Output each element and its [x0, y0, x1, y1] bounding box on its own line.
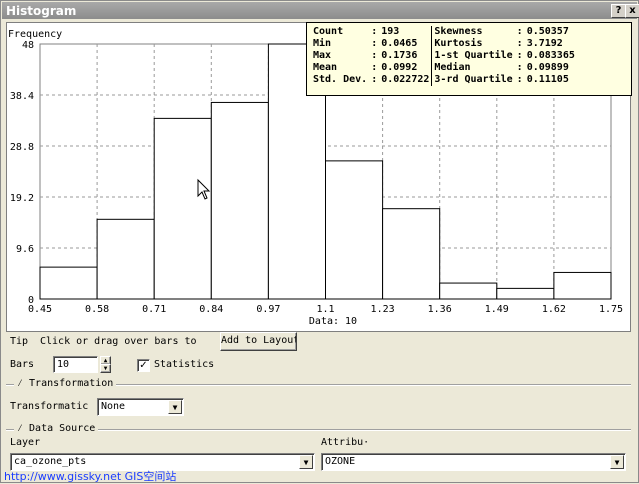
y-tick-label: 28.8 [10, 142, 34, 153]
chevron-down-icon[interactable]: ▼ [299, 455, 313, 469]
stat-row: Min:0.0465 Kurtosis:3.7192 [311, 38, 577, 50]
bars-spinner[interactable]: ▲ ▼ [100, 356, 111, 373]
attribute-select-value: OZONE [325, 456, 356, 467]
x-tick-label: 1.23 [371, 304, 395, 315]
stat-colon: : [516, 26, 523, 37]
layer-label: Layer [10, 437, 41, 448]
stat-colon: : [516, 38, 523, 49]
x-axis-label: Data: 10 [309, 316, 357, 327]
stat-value: 0.09899 [526, 62, 569, 73]
x-tick-label: 1.36 [428, 304, 452, 315]
stat-colon: : [516, 74, 523, 85]
stat-colon: : [371, 74, 378, 85]
stat-value: 193 [381, 26, 400, 37]
statistics-checkbox[interactable]: ✓ [137, 359, 150, 372]
data-source-group-line [6, 429, 631, 431]
stat-row: Max:0.1736 1-st Quartile:0.083365 [311, 50, 577, 62]
stat-row: Count:193 Skewness:0.50357 [311, 26, 577, 38]
stat-colon: : [371, 26, 378, 37]
chevron-down-icon[interactable]: ▼ [610, 455, 624, 469]
stat-label: Mean [313, 62, 338, 73]
y-tick-label: 48 [22, 40, 34, 51]
histogram-bar[interactable] [210, 101, 269, 300]
histogram-bar[interactable] [325, 160, 384, 300]
stat-row: Mean:0.0992 Median:0.09899 [311, 62, 577, 74]
data-source-group-label: Data Source [29, 423, 96, 434]
watermark-text: http://www.gissky.net GIS空间站 [4, 470, 177, 483]
spin-down-icon[interactable]: ▼ [100, 364, 111, 373]
x-tick-label: 1.62 [542, 304, 566, 315]
attribute-select[interactable]: OZONE ▼ [321, 453, 626, 471]
stat-label: 1-st Quartile [431, 50, 515, 62]
help-button[interactable]: ? [611, 4, 626, 18]
histogram-bar[interactable] [553, 271, 612, 300]
stat-label: Count [313, 26, 344, 37]
stat-value: 3.7192 [526, 38, 563, 49]
transformation-label: Transformatic [10, 401, 89, 412]
y-tick-label: 19.2 [10, 193, 34, 204]
x-tick-label: 1.1 [316, 304, 334, 315]
stat-value: 0.1736 [381, 50, 418, 61]
transformation-group-title[interactable]: ⁄ Transformation [14, 378, 117, 390]
collapse-icon: ⁄ [17, 378, 30, 389]
add-to-layout-button[interactable]: Add to Layout [220, 332, 297, 351]
y-tick-label: 38.4 [10, 91, 34, 102]
bars-input[interactable]: 10 [53, 356, 98, 373]
stat-label: Min [313, 38, 332, 49]
histogram-bar[interactable] [96, 218, 155, 300]
statistics-label: Statistics [154, 359, 215, 370]
tip-label: Tip [10, 336, 29, 347]
y-axis-label: Frequency [8, 29, 62, 40]
y-tick-label: 9.6 [16, 244, 34, 255]
stat-label: Skewness [431, 26, 515, 38]
histogram-bar[interactable] [39, 266, 98, 300]
stat-value: 0.0465 [381, 38, 418, 49]
stat-colon: : [516, 50, 523, 61]
histogram-bar[interactable] [382, 208, 441, 300]
histogram-bar[interactable] [496, 287, 555, 300]
stat-colon: : [371, 50, 378, 61]
stat-colon: : [516, 62, 523, 73]
close-button[interactable]: x [625, 4, 639, 18]
statistics-panel: Count:193 Skewness:0.50357 Min:0.0465 Kurto… [306, 22, 632, 96]
stat-value: 0.083365 [526, 50, 575, 61]
stat-value: 0.50357 [526, 26, 569, 37]
x-tick-label: 0.58 [85, 304, 109, 315]
stat-colon: : [371, 62, 378, 73]
bars-label: Bars [10, 359, 35, 370]
x-tick-label: 0.84 [199, 304, 223, 315]
stat-row: Std. Dev.:0.022722 3-rd Quartile:0.11105 [311, 74, 577, 86]
histogram-bar[interactable] [153, 117, 212, 300]
title-bar[interactable]: Histogram ? x [2, 2, 639, 19]
x-tick-label: 0.71 [142, 304, 166, 315]
collapse-icon: ⁄ [17, 423, 30, 434]
y-tick-label: 0 [28, 295, 34, 306]
histogram-bar[interactable] [439, 282, 498, 300]
transformation-select[interactable]: None ▼ [97, 398, 184, 416]
x-tick-label: 1.75 [599, 304, 623, 315]
stat-value: 0.11105 [526, 74, 569, 85]
stat-label: Std. Dev. [313, 74, 368, 85]
stat-label: Kurtosis [431, 38, 515, 50]
statistics-table: Count:193 Skewness:0.50357 Min:0.0465 Kurto… [311, 26, 577, 86]
data-source-group-title[interactable]: ⁄ Data Source [14, 423, 99, 435]
stat-label: Max [313, 50, 332, 61]
chevron-down-icon[interactable]: ▼ [168, 400, 182, 414]
x-tick-label: 0.97 [256, 304, 280, 315]
stat-colon: : [371, 38, 378, 49]
stat-label: 3-rd Quartile [431, 74, 515, 86]
stat-value: 0.022722 [381, 74, 430, 85]
x-tick-label: 1.49 [485, 304, 509, 315]
attribute-label: Attribu· [321, 437, 370, 448]
window-title: Histogram [6, 4, 77, 18]
stat-label: Median [431, 62, 515, 74]
stat-value: 0.0992 [381, 62, 418, 73]
transformation-group-label: Transformation [29, 378, 114, 389]
transformation-select-value: None [101, 401, 126, 412]
layer-select-value: ca_ozone_pts [14, 456, 87, 467]
tip-text: Click or drag over bars to [40, 336, 197, 347]
